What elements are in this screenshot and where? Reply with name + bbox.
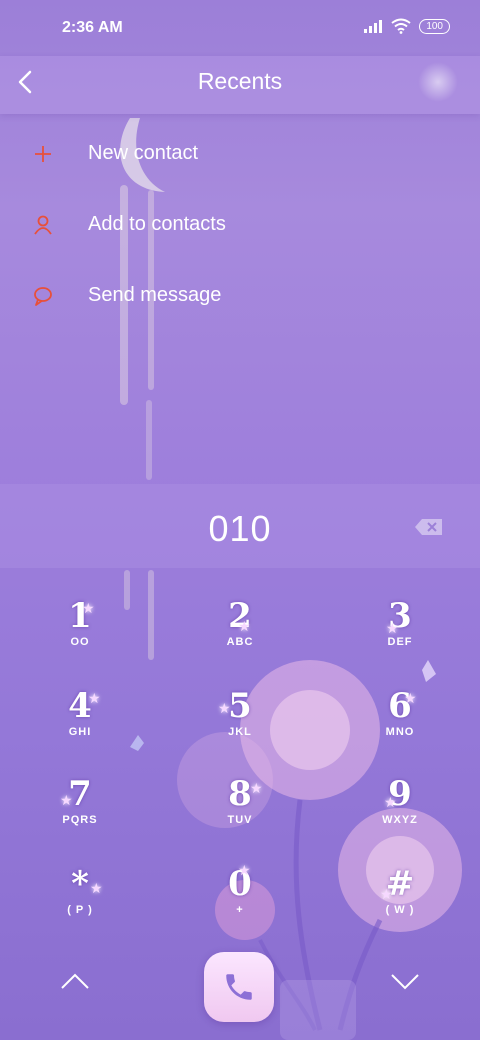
status-time: 2:36 AM [62, 19, 123, 36]
chevron-up-icon[interactable] [60, 972, 90, 990]
status-bar: 2:36 AM 100 [0, 0, 480, 56]
key-3[interactable]: 3 DEF [350, 598, 450, 668]
key-letters: OO [70, 636, 90, 648]
sparkle-icon: ★ [60, 792, 73, 808]
dialed-number: 010 [208, 508, 272, 549]
key-digit: 6 [388, 686, 412, 726]
sparkle-icon: ★ [90, 880, 103, 896]
key-8[interactable]: 8 TUV [190, 776, 290, 846]
key-letters: JKL [228, 726, 252, 738]
sparkle-icon: ★ [380, 886, 393, 902]
battery-indicator: 100 [419, 18, 450, 34]
plus-icon [35, 145, 51, 162]
sparkle-icon: ★ [250, 780, 263, 796]
add-to-contacts-item[interactable]: Add to contacts [0, 189, 480, 260]
key-letters: WXYZ [382, 814, 418, 826]
key-digit: # [385, 864, 415, 904]
phone-icon [226, 974, 252, 1000]
key-digit: 4 [68, 686, 92, 726]
sparkle-icon: ★ [238, 862, 251, 878]
header: Recents [0, 56, 480, 114]
call-button[interactable] [204, 952, 274, 1022]
key-digit: 9 [388, 774, 412, 814]
key-letters: MNO [385, 726, 415, 738]
sparkle-icon: ★ [386, 620, 399, 636]
sparkle-icon: ★ [88, 690, 101, 706]
signal-icon [364, 20, 383, 33]
number-display: 010 [0, 484, 480, 568]
menu-item-label: New contact [88, 142, 199, 164]
key-digit: 1 [68, 596, 92, 636]
sparkle-icon: ★ [238, 618, 251, 634]
key-digit: 7 [68, 774, 92, 814]
person-icon [34, 215, 52, 235]
sparkle-icon: ★ [404, 690, 417, 706]
key-letters: ( W ) [385, 904, 415, 916]
sparkle-icon: ★ [218, 700, 231, 716]
key-4[interactable]: 4 GHI [30, 688, 130, 758]
menu-item-label: Add to contacts [88, 213, 226, 235]
new-contact-item[interactable]: New contact [0, 118, 480, 189]
key-letters: + [236, 904, 244, 916]
page-title: Recents [197, 68, 283, 94]
key-digit: * [71, 864, 89, 904]
status-icons: 100 [363, 18, 450, 34]
key-6[interactable]: 6 MNO [350, 688, 450, 758]
key-letters: TUV [227, 814, 253, 826]
wifi-icon [391, 18, 411, 34]
key-letters: PQRS [62, 814, 98, 826]
key-letters: ABC [226, 636, 254, 648]
sparkle-icon: ★ [82, 600, 95, 616]
bottom-controls [0, 950, 480, 1040]
key-9[interactable]: 9 WXYZ [350, 776, 450, 846]
key-hash[interactable]: # ( W ) [350, 866, 450, 936]
key-letters: GHI [68, 726, 92, 738]
chevron-down-icon[interactable] [390, 972, 420, 990]
key-1[interactable]: 1 OO [30, 598, 130, 668]
key-5[interactable]: 5 JKL [190, 688, 290, 758]
message-icon [34, 286, 52, 306]
send-message-item[interactable]: Send message [0, 260, 480, 331]
backspace-icon[interactable] [414, 518, 444, 536]
sparkle-icon: ★ [384, 794, 397, 810]
menu-item-label: Send message [88, 284, 222, 306]
key-digit: 8 [228, 774, 252, 814]
key-digit: 3 [388, 596, 412, 636]
key-letters: DEF [387, 636, 413, 648]
key-digit: 5 [228, 686, 252, 726]
recents-menu: New contact Add to contacts Send message [0, 118, 480, 331]
avatar[interactable] [418, 62, 458, 102]
key-7[interactable]: 7 PQRS [30, 776, 130, 846]
key-letters: ( P ) [67, 904, 93, 916]
key-star[interactable]: * ( P ) [30, 866, 130, 936]
